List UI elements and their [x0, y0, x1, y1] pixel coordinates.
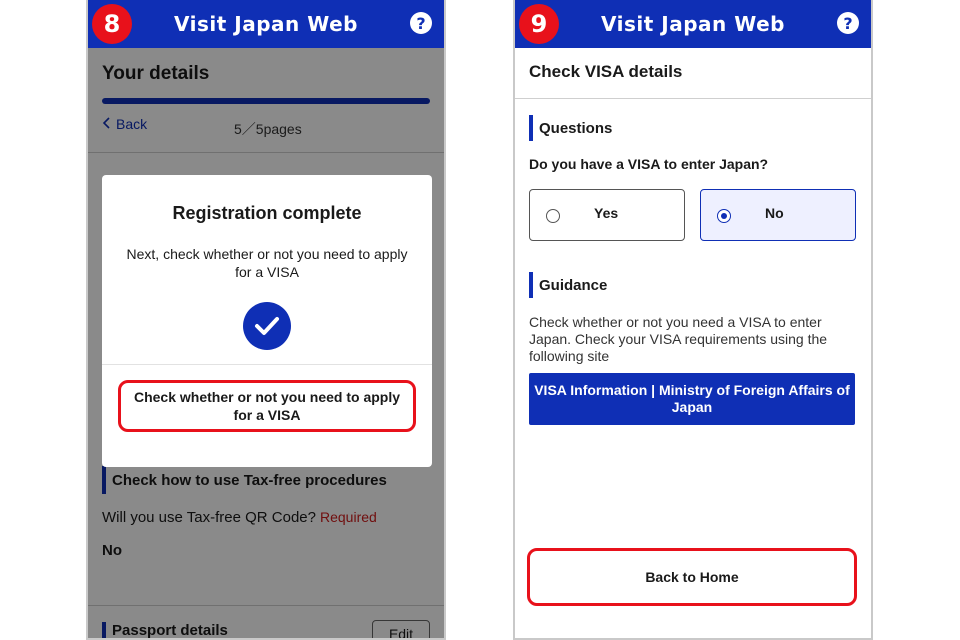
radio-button[interactable]	[546, 209, 560, 223]
help-icon[interactable]: ?	[837, 12, 859, 34]
guidance-text: Check whether or not you need a VISA to …	[529, 314, 828, 364]
divider	[102, 364, 432, 365]
radio-option-yes[interactable]: Yes	[529, 189, 685, 241]
app-title: Visit Japan Web	[174, 12, 358, 36]
modal-title: Registration complete	[172, 203, 362, 223]
section-heading-questions: Questions	[529, 115, 612, 141]
section-heading-guidance: Guidance	[529, 272, 607, 298]
visa-question: Do you have a VISA to enter Japan?	[529, 156, 769, 172]
step-badge: 8	[92, 4, 132, 44]
screen-registration-complete: Visit Japan Web ? 8 Your details Back 5／…	[86, 0, 446, 640]
check-icon	[243, 302, 291, 350]
radio-button[interactable]	[717, 209, 731, 223]
check-visa-button[interactable]: Check whether or not you need to apply f…	[118, 380, 416, 432]
screen-check-visa: Visit Japan Web ? 9 Check VISA details Q…	[513, 0, 873, 640]
help-icon[interactable]: ?	[410, 12, 432, 34]
divider	[515, 98, 871, 99]
step-badge: 9	[519, 4, 559, 44]
visa-information-link-button[interactable]: VISA Information | Ministry of Foreign A…	[529, 373, 855, 425]
app-header: Visit Japan Web ?	[88, 0, 444, 48]
app-header: Visit Japan Web ?	[515, 0, 871, 48]
radio-option-no[interactable]: No	[700, 189, 856, 241]
modal-text: Next, check whether or not you need to a…	[126, 246, 408, 280]
app-title: Visit Japan Web	[601, 12, 785, 36]
registration-complete-modal: Registration complete Next, check whethe…	[102, 175, 432, 467]
radio-label: No	[765, 205, 784, 221]
radio-label: Yes	[594, 205, 619, 221]
page-title: Check VISA details	[529, 62, 683, 81]
back-to-home-button[interactable]: Back to Home	[527, 548, 857, 606]
